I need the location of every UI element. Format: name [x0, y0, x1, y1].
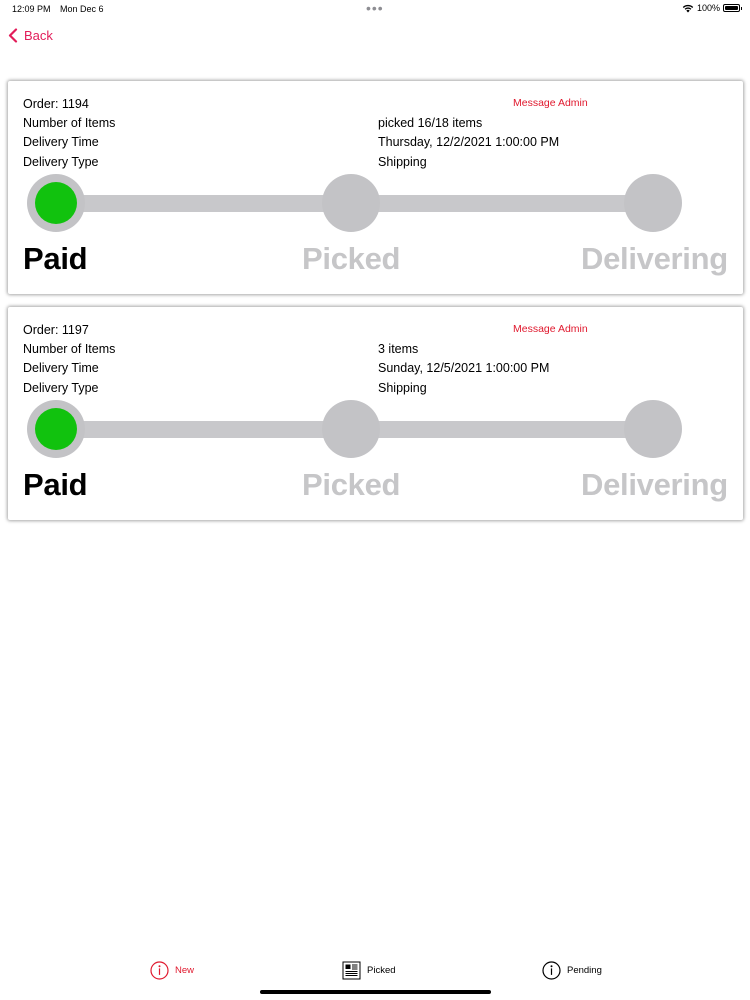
- tab-pending-label: Pending: [567, 965, 602, 976]
- tab-new[interactable]: New: [150, 961, 194, 980]
- order-number: Order: 1197: [23, 323, 89, 337]
- newspaper-icon: [342, 961, 361, 980]
- step-delivering-indicator: [624, 174, 682, 232]
- status-indicators: 100%: [682, 3, 742, 13]
- info-circle-icon: [542, 961, 561, 980]
- home-indicator[interactable]: [260, 990, 491, 994]
- items-label: Number of Items: [23, 116, 116, 130]
- tab-picked-label: Picked: [367, 965, 396, 976]
- status-bar: 12:09 PM Mon Dec 6 ••• 100%: [0, 0, 750, 18]
- message-admin-button[interactable]: Message Admin: [513, 323, 588, 335]
- status-date: Mon Dec 6: [60, 4, 104, 14]
- step-picked-indicator: [322, 400, 380, 458]
- items-value: picked 16/18 items: [378, 116, 483, 130]
- order-number: Order: 1194: [23, 97, 89, 111]
- items-label: Number of Items: [23, 342, 116, 356]
- step-paid-indicator: [27, 400, 85, 458]
- tab-new-label: New: [175, 965, 195, 976]
- chevron-left-icon: [8, 28, 18, 43]
- delivery-time-value: Thursday, 12/2/2021 1:00:00 PM: [378, 135, 560, 149]
- step-picked-label: Picked: [302, 467, 401, 502]
- step-delivering-label: Delivering: [581, 241, 728, 276]
- status-time: 12:09 PM: [12, 4, 51, 14]
- step-picked-label: Picked: [302, 241, 401, 276]
- battery-icon: [723, 4, 742, 12]
- delivery-time-label: Delivery Time: [23, 135, 99, 149]
- order-card[interactable]: Order: 1197 Message Admin Number of Item…: [8, 307, 743, 520]
- delivery-type-value: Shipping: [378, 155, 427, 169]
- step-paid-label: Paid: [23, 241, 88, 276]
- delivery-type-label: Delivery Type: [23, 381, 99, 395]
- delivery-time-label: Delivery Time: [23, 361, 99, 375]
- delivery-type-value: Shipping: [378, 381, 427, 395]
- screen: 12:09 PM Mon Dec 6 ••• 100% Back Order: …: [0, 0, 750, 1000]
- wifi-icon: [682, 4, 694, 12]
- step-picked-indicator: [322, 174, 380, 232]
- back-button[interactable]: Back: [8, 28, 53, 43]
- multitasking-dots-icon[interactable]: •••: [366, 0, 384, 16]
- step-paid-indicator: [27, 174, 85, 232]
- message-admin-button[interactable]: Message Admin: [513, 97, 588, 109]
- delivery-type-label: Delivery Type: [23, 155, 99, 169]
- step-delivering-label: Delivering: [581, 467, 728, 502]
- items-value: 3 items: [378, 342, 419, 356]
- tab-pending[interactable]: Pending: [542, 961, 602, 980]
- tab-picked[interactable]: Picked: [342, 961, 396, 980]
- info-circle-icon: [150, 961, 169, 980]
- back-label: Back: [24, 28, 53, 43]
- delivery-time-value: Sunday, 12/5/2021 1:00:00 PM: [378, 361, 550, 375]
- step-paid-label: Paid: [23, 467, 88, 502]
- order-card[interactable]: Order: 1194 Message Admin Number of Item…: [8, 81, 743, 294]
- step-delivering-indicator: [624, 400, 682, 458]
- battery-percent: 100%: [696, 3, 720, 13]
